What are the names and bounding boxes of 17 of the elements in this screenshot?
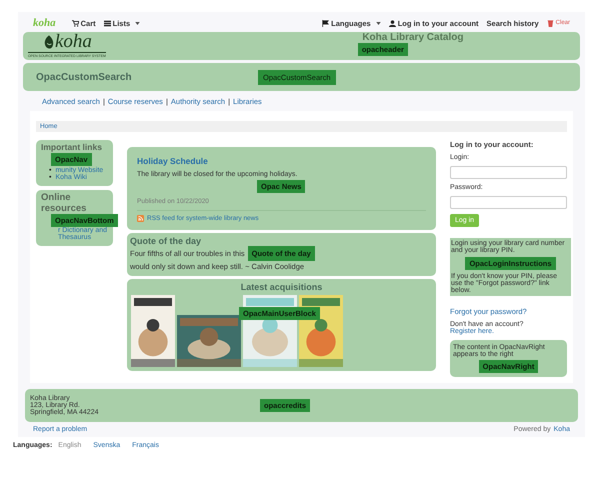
login-field[interactable] bbox=[450, 166, 567, 179]
password-field[interactable] bbox=[450, 196, 567, 209]
user-icon bbox=[388, 20, 396, 26]
news-title: Holiday Schedule bbox=[137, 156, 209, 166]
custom-search-text: OpacCustomSearch bbox=[36, 72, 133, 82]
section-heading: Online resources bbox=[41, 192, 88, 214]
catalog-title: Koha Library Catalog bbox=[361, 32, 464, 43]
list-icon bbox=[104, 20, 111, 26]
rss-icon bbox=[137, 215, 144, 222]
caret-icon bbox=[376, 22, 381, 24]
cart-icon bbox=[72, 20, 79, 26]
trash-icon bbox=[546, 20, 554, 26]
caret-icon bbox=[135, 22, 140, 24]
section-heading: Important links bbox=[41, 142, 103, 153]
section-heading: Latest acquisitions bbox=[240, 282, 322, 292]
section-heading: Quote of the day bbox=[130, 236, 202, 246]
flag-icon bbox=[322, 20, 330, 26]
